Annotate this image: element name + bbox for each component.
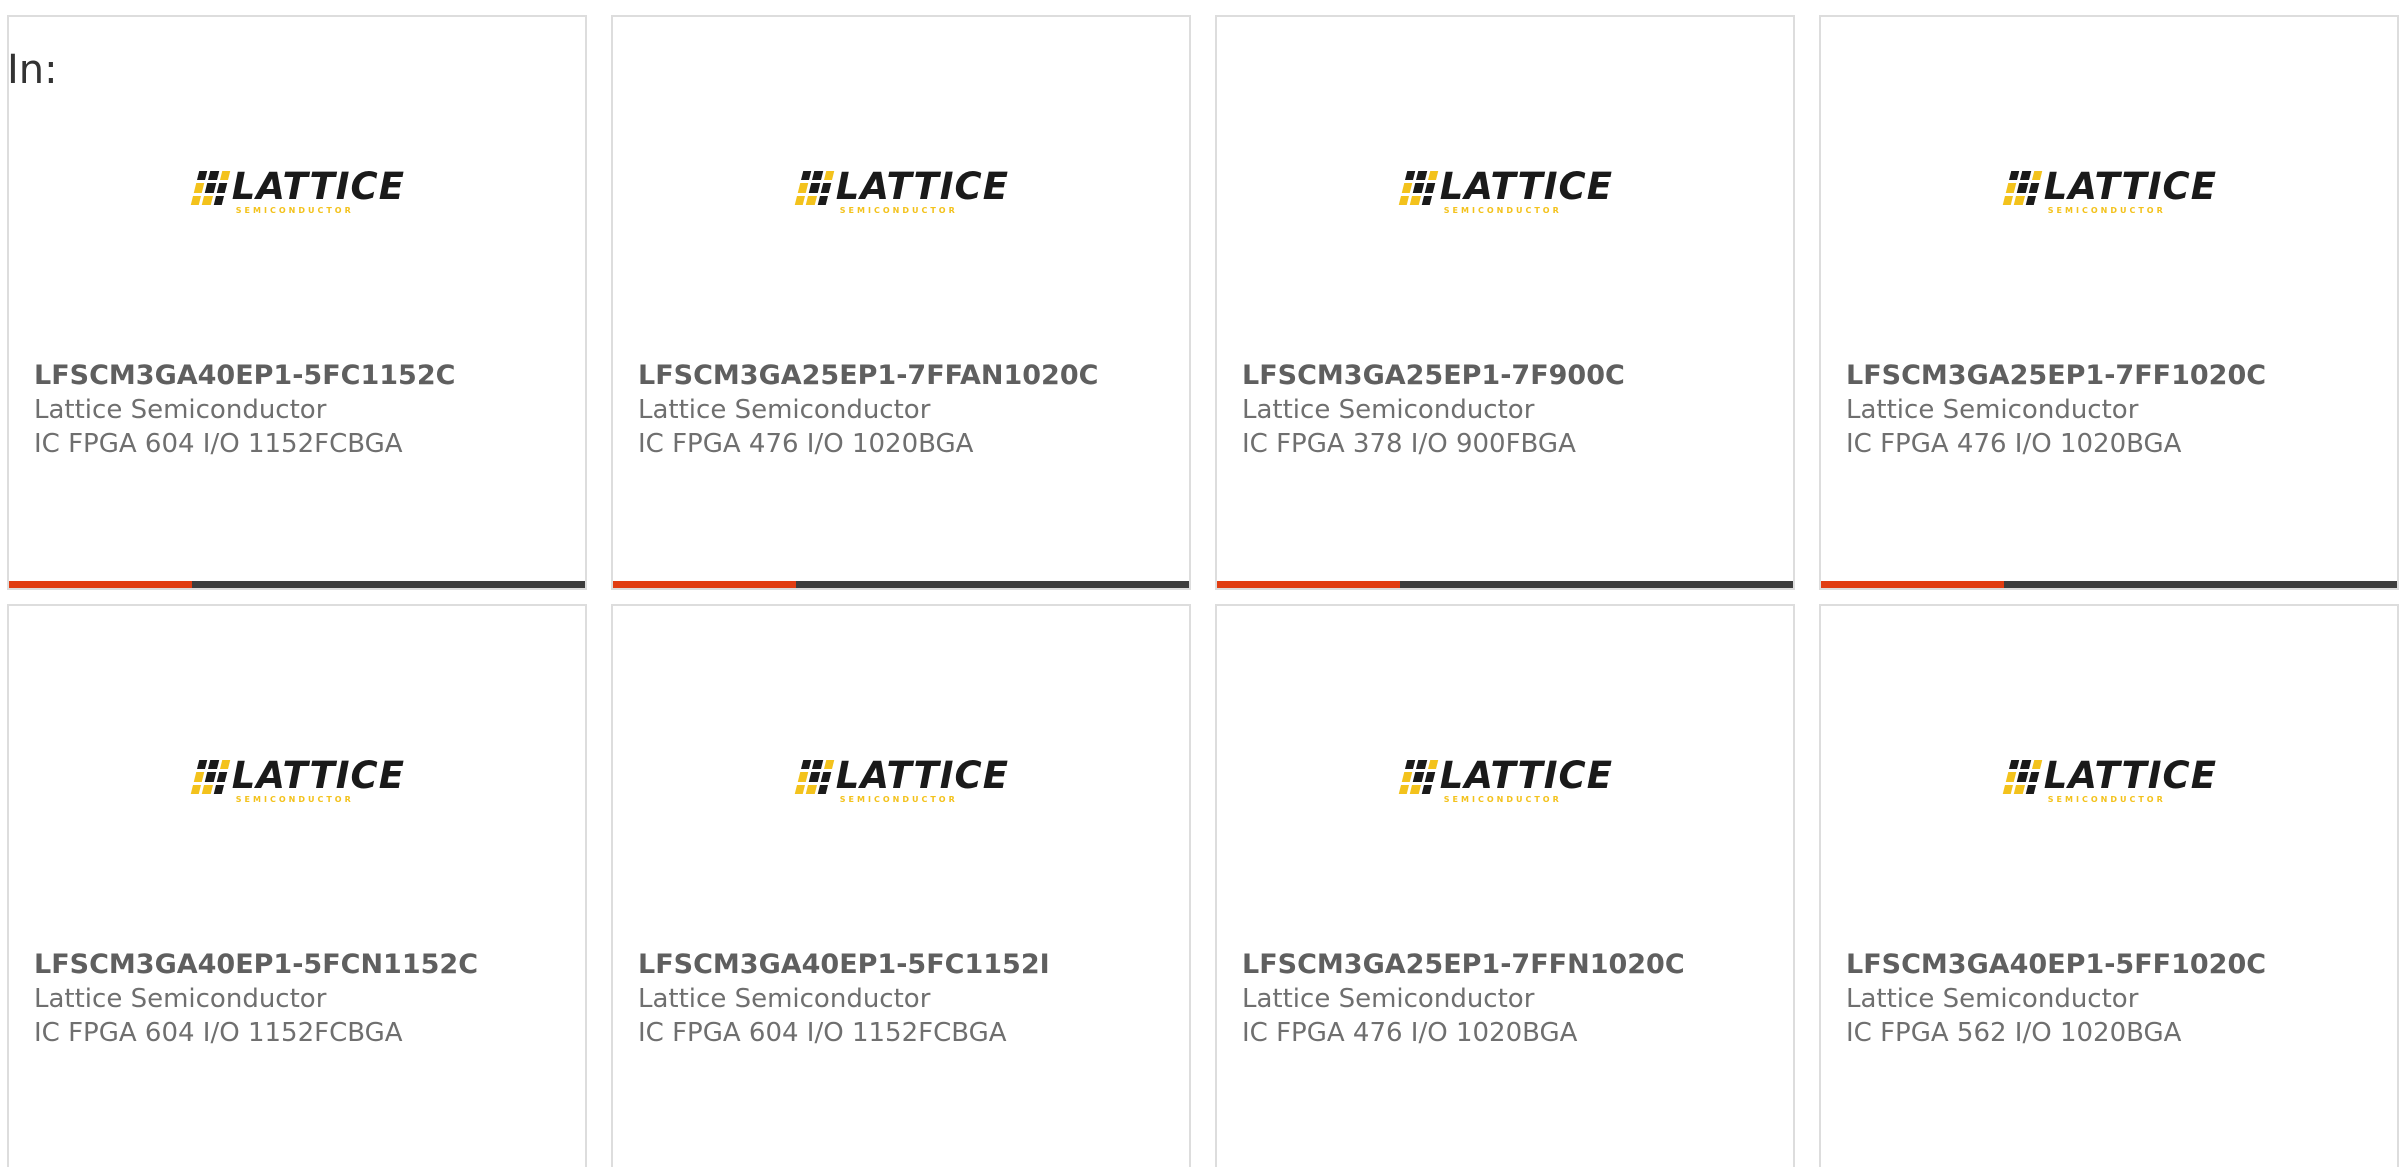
card-accent-bar — [613, 581, 796, 588]
logo-word: LATTICE — [231, 165, 405, 208]
logo-sub: SEMICONDUCTOR — [1443, 206, 1562, 215]
product-description: IC FPGA 476 I/O 1020BGA — [638, 429, 974, 459]
logo-sub: SEMICONDUCTOR — [2047, 206, 2166, 215]
logo-word: LATTICE — [1439, 754, 1613, 797]
part-number[interactable]: LFSCM3GA25EP1-7F900C — [1242, 359, 1783, 393]
product-info: LFSCM3GA25EP1-7FFAN1020C Lattice Semicon… — [638, 359, 1179, 461]
product-info: LFSCM3GA25EP1-7FF1020C Lattice Semicondu… — [1846, 359, 2387, 461]
logo-sub: SEMICONDUCTOR — [839, 795, 958, 804]
manufacturer: Lattice Semiconductor — [638, 395, 931, 425]
part-number[interactable]: LFSCM3GA25EP1-7FFN1020C — [1242, 948, 1783, 982]
lattice-logo-icon: LATTICE SEMICONDUCTOR — [2002, 754, 2217, 806]
product-card[interactable]: LATTICE SEMICONDUCTOR LFSCM3GA40EP1-5FF1… — [1819, 604, 2399, 1167]
product-grid: LATTICE SEMICONDUCTOR LFSCM3GA40EP1-5FC1… — [7, 15, 2400, 1167]
product-info: LFSCM3GA25EP1-7F900C Lattice Semiconduct… — [1242, 359, 1783, 461]
lattice-logo-icon: LATTICE SEMICONDUCTOR — [1398, 754, 1613, 806]
product-card[interactable]: LATTICE SEMICONDUCTOR LFSCM3GA25EP1-7F90… — [1215, 15, 1795, 590]
manufacturer: Lattice Semiconductor — [1242, 395, 1535, 425]
product-info: LFSCM3GA25EP1-7FFN1020C Lattice Semicond… — [1242, 948, 1783, 1050]
logo-sub: SEMICONDUCTOR — [235, 206, 354, 215]
filter-in-label: In: — [7, 47, 58, 93]
card-bottom-bar — [613, 581, 1189, 588]
manufacturer: Lattice Semiconductor — [34, 984, 327, 1014]
lattice-logo-icon: LATTICE SEMICONDUCTOR — [190, 754, 405, 806]
logo-sub: SEMICONDUCTOR — [2047, 795, 2166, 804]
product-info: LFSCM3GA40EP1-5FC1152I Lattice Semicondu… — [638, 948, 1179, 1050]
logo-sub: SEMICONDUCTOR — [235, 795, 354, 804]
product-description: IC FPGA 604 I/O 1152FCBGA — [638, 1018, 1007, 1048]
product-description: IC FPGA 378 I/O 900FBGA — [1242, 429, 1576, 459]
card-bottom-bar — [1217, 581, 1793, 588]
part-number[interactable]: LFSCM3GA40EP1-5FC1152I — [638, 948, 1179, 982]
lattice-logo-icon: LATTICE SEMICONDUCTOR — [794, 754, 1009, 806]
logo-sub: SEMICONDUCTOR — [839, 206, 958, 215]
card-accent-bar — [1217, 581, 1400, 588]
manufacturer: Lattice Semiconductor — [1846, 395, 2139, 425]
product-grid-page: In: LATTICE SEMICONDUCTOR LFSCM3GA40EP1-… — [0, 0, 2400, 1167]
product-description: IC FPGA 476 I/O 1020BGA — [1846, 429, 2182, 459]
product-card[interactable]: LATTICE SEMICONDUCTOR LFSCM3GA25EP1-7FFA… — [611, 15, 1191, 590]
logo-word: LATTICE — [2043, 754, 2217, 797]
part-number[interactable]: LFSCM3GA25EP1-7FFAN1020C — [638, 359, 1179, 393]
product-card[interactable]: LATTICE SEMICONDUCTOR LFSCM3GA25EP1-7FF1… — [1819, 15, 2399, 590]
product-info: LFSCM3GA40EP1-5FC1152C Lattice Semicondu… — [34, 359, 575, 461]
part-number[interactable]: LFSCM3GA40EP1-5FC1152C — [34, 359, 575, 393]
manufacturer: Lattice Semiconductor — [34, 395, 327, 425]
logo-word: LATTICE — [835, 754, 1009, 797]
part-number[interactable]: LFSCM3GA40EP1-5FF1020C — [1846, 948, 2387, 982]
product-card[interactable]: LATTICE SEMICONDUCTOR LFSCM3GA40EP1-5FCN… — [7, 604, 587, 1167]
lattice-logo-icon: LATTICE SEMICONDUCTOR — [1398, 165, 1613, 217]
logo-word: LATTICE — [1439, 165, 1613, 208]
card-bottom-bar — [9, 581, 585, 588]
part-number[interactable]: LFSCM3GA25EP1-7FF1020C — [1846, 359, 2387, 393]
card-accent-bar — [9, 581, 192, 588]
card-accent-bar — [1821, 581, 2004, 588]
lattice-logo-icon: LATTICE SEMICONDUCTOR — [794, 165, 1009, 217]
manufacturer: Lattice Semiconductor — [1846, 984, 2139, 1014]
product-description: IC FPGA 604 I/O 1152FCBGA — [34, 1018, 403, 1048]
manufacturer: Lattice Semiconductor — [1242, 984, 1535, 1014]
product-description: IC FPGA 604 I/O 1152FCBGA — [34, 429, 403, 459]
manufacturer: Lattice Semiconductor — [638, 984, 931, 1014]
product-info: LFSCM3GA40EP1-5FF1020C Lattice Semicondu… — [1846, 948, 2387, 1050]
product-card[interactable]: LATTICE SEMICONDUCTOR LFSCM3GA40EP1-5FC1… — [7, 15, 587, 590]
lattice-logo-icon: LATTICE SEMICONDUCTOR — [2002, 165, 2217, 217]
logo-word: LATTICE — [2043, 165, 2217, 208]
product-description: IC FPGA 562 I/O 1020BGA — [1846, 1018, 2182, 1048]
logo-word: LATTICE — [231, 754, 405, 797]
lattice-logo-icon: LATTICE SEMICONDUCTOR — [190, 165, 405, 217]
product-card[interactable]: LATTICE SEMICONDUCTOR LFSCM3GA40EP1-5FC1… — [611, 604, 1191, 1167]
part-number[interactable]: LFSCM3GA40EP1-5FCN1152C — [34, 948, 575, 982]
product-description: IC FPGA 476 I/O 1020BGA — [1242, 1018, 1578, 1048]
product-card[interactable]: LATTICE SEMICONDUCTOR LFSCM3GA25EP1-7FFN… — [1215, 604, 1795, 1167]
logo-sub: SEMICONDUCTOR — [1443, 795, 1562, 804]
product-info: LFSCM3GA40EP1-5FCN1152C Lattice Semicond… — [34, 948, 575, 1050]
logo-word: LATTICE — [835, 165, 1009, 208]
card-bottom-bar — [1821, 581, 2397, 588]
